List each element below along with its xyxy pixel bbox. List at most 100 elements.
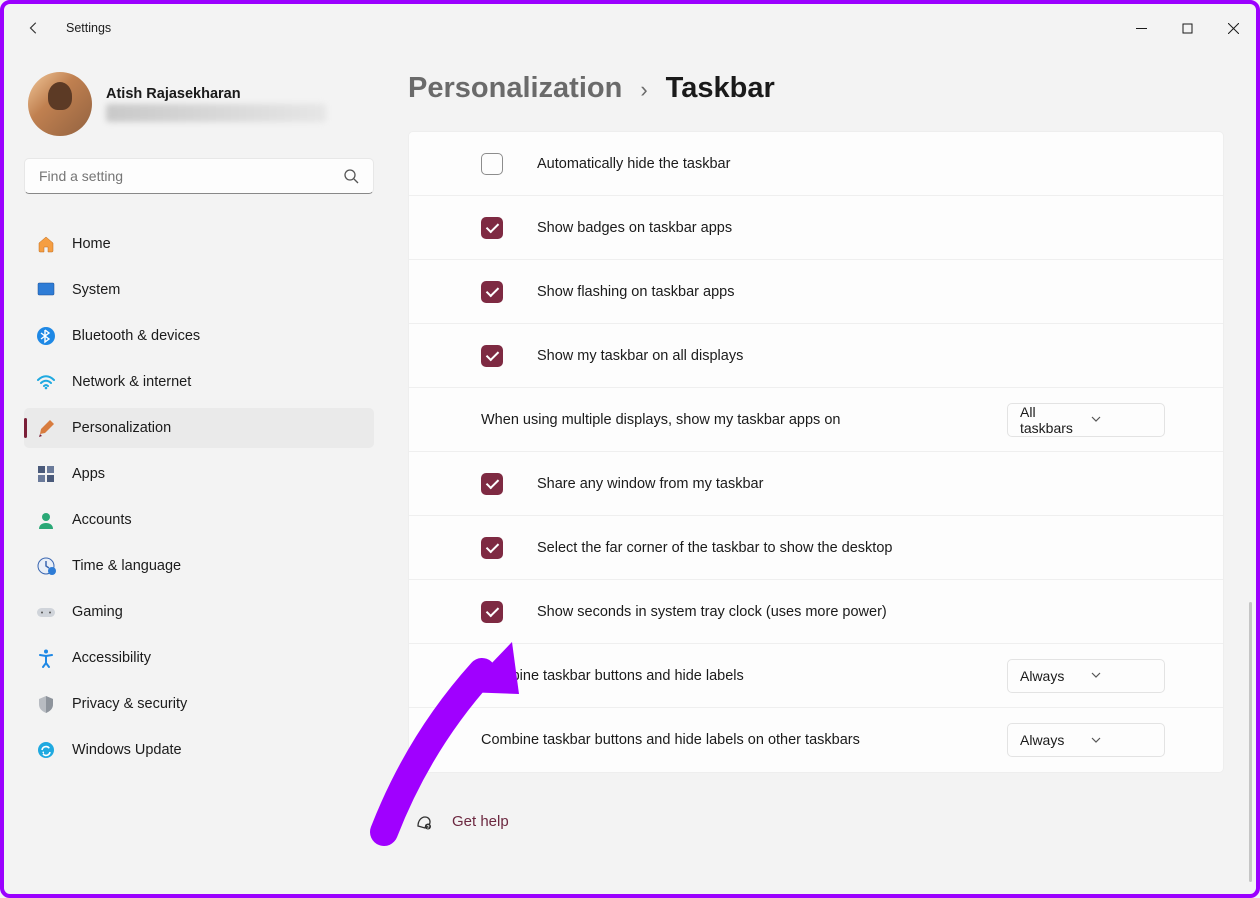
sidebar-item-apps[interactable]: Apps (24, 454, 374, 494)
setting-label: Select the far corner of the taskbar to … (537, 540, 1165, 556)
account-icon (36, 510, 56, 530)
help-icon: ? (414, 811, 434, 831)
setting-row: Share any window from my taskbar (409, 452, 1223, 516)
setting-row: Automatically hide the taskbar (409, 132, 1223, 196)
system-icon (36, 280, 56, 300)
sidebar-item-label: Bluetooth & devices (72, 328, 200, 344)
window-controls (1118, 4, 1256, 52)
search-box[interactable] (24, 158, 374, 194)
brush-icon (36, 418, 56, 438)
main-content: Personalization › Taskbar Automatically … (384, 52, 1256, 894)
bt-icon (36, 326, 56, 346)
user-email-hidden (106, 104, 326, 122)
user-name: Atish Rajasekharan (106, 86, 326, 102)
breadcrumb: Personalization › Taskbar (408, 72, 1224, 105)
checkbox[interactable] (481, 217, 503, 239)
setting-label: Show seconds in system tray clock (uses … (537, 604, 1165, 620)
setting-label: Show badges on taskbar apps (537, 220, 1165, 236)
shield-icon (36, 694, 56, 714)
setting-row: Select the far corner of the taskbar to … (409, 516, 1223, 580)
checkbox[interactable] (481, 345, 503, 367)
sidebar-item-accounts[interactable]: Accounts (24, 500, 374, 540)
breadcrumb-current: Taskbar (666, 72, 775, 105)
sidebar-item-label: Accounts (72, 512, 132, 528)
setting-row: When using multiple displays, show my ta… (409, 388, 1223, 452)
sidebar-item-privacy-security[interactable]: Privacy & security (24, 684, 374, 724)
dropdown-value: Always (1020, 732, 1081, 748)
sidebar-item-label: Accessibility (72, 650, 151, 666)
sidebar-item-label: Apps (72, 466, 105, 482)
search-input[interactable] (39, 168, 343, 184)
setting-row: Show my taskbar on all displays (409, 324, 1223, 388)
user-profile[interactable]: Atish Rajasekharan (24, 72, 368, 136)
setting-row: Show flashing on taskbar apps (409, 260, 1223, 324)
checkbox[interactable] (481, 601, 503, 623)
sidebar-item-label: Network & internet (72, 374, 191, 390)
back-button[interactable] (24, 18, 44, 38)
apps-icon (36, 464, 56, 484)
settings-window: Settings Atish Rajasekharan (0, 0, 1260, 898)
gaming-icon (36, 602, 56, 622)
nav-list: Home System Bluetooth & devices Network & i… (24, 224, 368, 770)
get-help[interactable]: ? Get help (408, 811, 1224, 831)
chevron-down-icon (1091, 735, 1152, 746)
svg-text:?: ? (426, 825, 429, 831)
sidebar-item-personalization[interactable]: Personalization (24, 408, 374, 448)
dropdown[interactable]: Always (1007, 723, 1165, 757)
sidebar-item-label: Gaming (72, 604, 123, 620)
sidebar-item-label: Personalization (72, 420, 171, 436)
sidebar-item-accessibility[interactable]: Accessibility (24, 638, 374, 678)
sidebar: Atish Rajasekharan Home System Bluetooth &… (4, 52, 384, 894)
settings-card: Automatically hide the taskbar Show badge… (408, 131, 1224, 773)
sidebar-item-bluetooth-devices[interactable]: Bluetooth & devices (24, 316, 374, 356)
dropdown-value: Always (1020, 668, 1081, 684)
setting-label: Share any window from my taskbar (537, 476, 1165, 492)
clock-icon (36, 556, 56, 576)
sidebar-item-label: System (72, 282, 120, 298)
sidebar-item-gaming[interactable]: Gaming (24, 592, 374, 632)
breadcrumb-parent[interactable]: Personalization (408, 72, 622, 105)
sidebar-item-windows-update[interactable]: Windows Update (24, 730, 374, 770)
home-icon (36, 234, 56, 254)
close-button[interactable] (1210, 4, 1256, 52)
setting-label: Combine taskbar buttons and hide labels … (481, 732, 987, 748)
checkbox[interactable] (481, 153, 503, 175)
setting-row: Combine taskbar buttons and hide labels … (409, 708, 1223, 772)
chevron-down-icon (1091, 414, 1152, 425)
wifi-icon (36, 372, 56, 392)
checkbox[interactable] (481, 537, 503, 559)
avatar (28, 72, 92, 136)
sidebar-item-label: Home (72, 236, 111, 252)
checkbox[interactable] (481, 281, 503, 303)
dropdown[interactable]: Always (1007, 659, 1165, 693)
sidebar-item-system[interactable]: System (24, 270, 374, 310)
sidebar-item-label: Windows Update (72, 742, 182, 758)
get-help-label: Get help (452, 813, 509, 830)
setting-row: Combine taskbar buttons and hide labels A… (409, 644, 1223, 708)
setting-label: When using multiple displays, show my ta… (481, 412, 987, 428)
access-icon (36, 648, 56, 668)
sidebar-item-network-internet[interactable]: Network & internet (24, 362, 374, 402)
update-icon (36, 740, 56, 760)
setting-label: Show flashing on taskbar apps (537, 284, 1165, 300)
setting-row: Show badges on taskbar apps (409, 196, 1223, 260)
setting-row: Show seconds in system tray clock (uses … (409, 580, 1223, 644)
sidebar-item-label: Time & language (72, 558, 181, 574)
setting-label: Automatically hide the taskbar (537, 156, 1165, 172)
setting-label: Show my taskbar on all displays (537, 348, 1165, 364)
sidebar-item-time-language[interactable]: Time & language (24, 546, 374, 586)
scrollbar-thumb[interactable] (1249, 602, 1252, 882)
checkbox[interactable] (481, 473, 503, 495)
minimize-button[interactable] (1118, 4, 1164, 52)
maximize-button[interactable] (1164, 4, 1210, 52)
search-icon (343, 168, 359, 184)
sidebar-item-label: Privacy & security (72, 696, 187, 712)
window-title: Settings (66, 21, 111, 35)
dropdown[interactable]: All taskbars (1007, 403, 1165, 437)
titlebar: Settings (4, 4, 1256, 52)
setting-label: Combine taskbar buttons and hide labels (481, 668, 987, 684)
chevron-right-icon: › (640, 77, 647, 103)
dropdown-value: All taskbars (1020, 404, 1081, 436)
sidebar-item-home[interactable]: Home (24, 224, 374, 264)
chevron-down-icon (1091, 670, 1152, 681)
